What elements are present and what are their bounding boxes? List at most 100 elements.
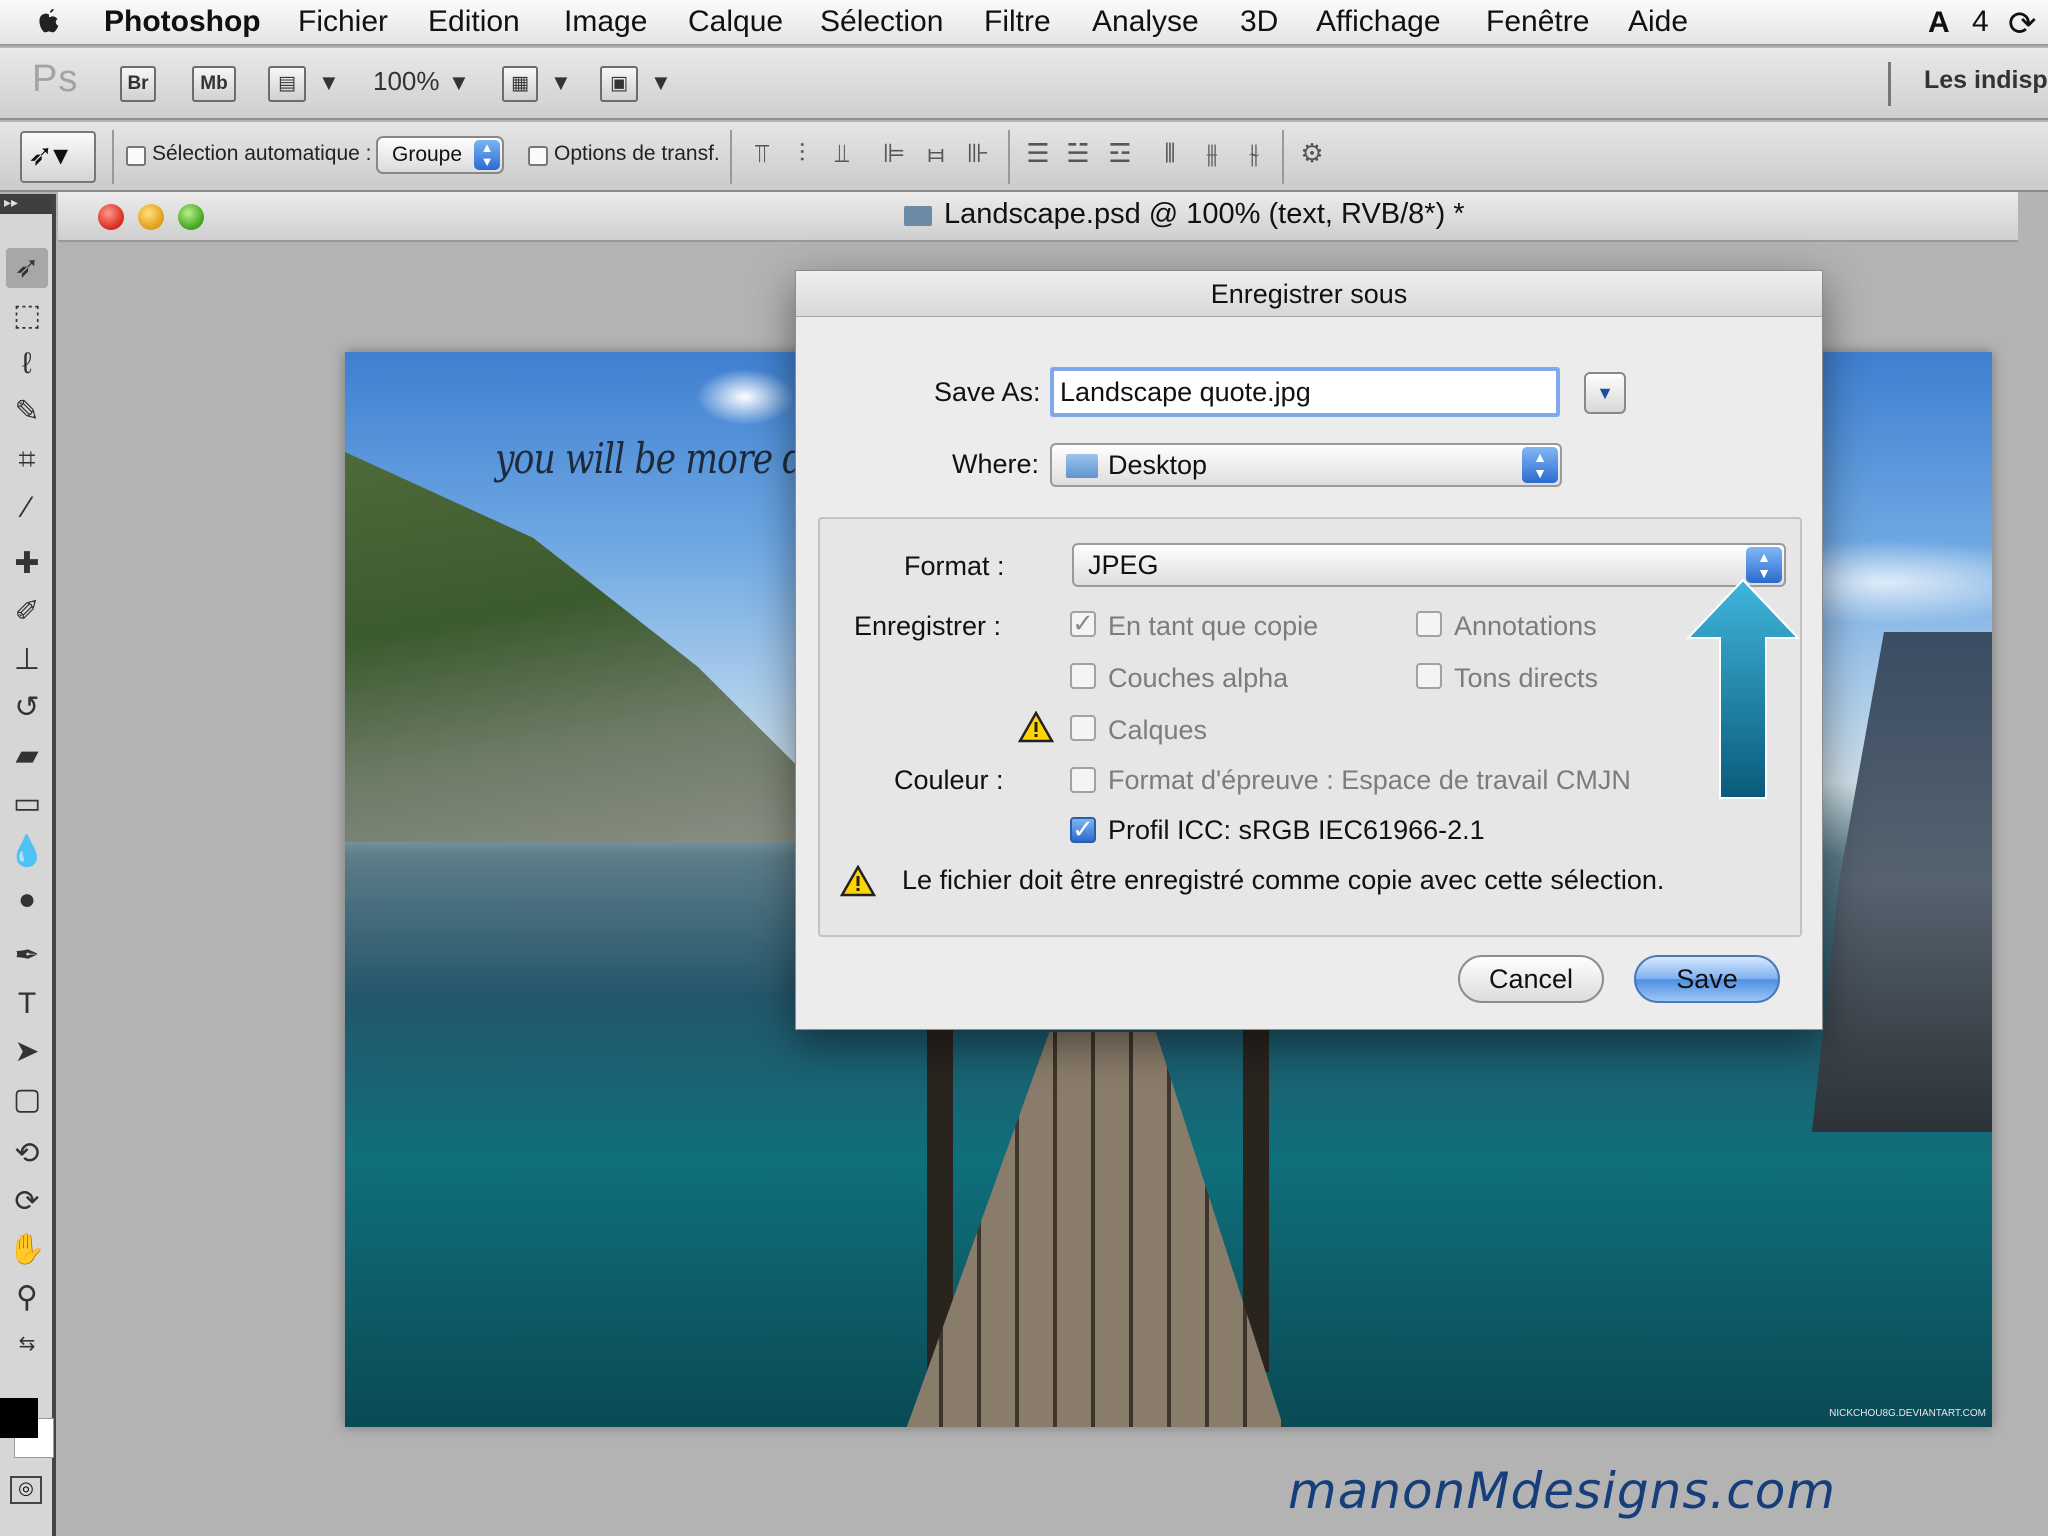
swap-colors-icon[interactable]: ⇆ — [6, 1324, 48, 1364]
distribute-top-icon[interactable]: ☰ — [1022, 138, 1054, 172]
align-right-icon[interactable]: ⊪ — [962, 138, 994, 172]
hand-tool-icon[interactable]: ✋ — [6, 1230, 48, 1270]
copy-checkbox[interactable]: ✓ — [1070, 610, 1096, 637]
save-button[interactable]: Save — [1634, 955, 1780, 1003]
menu-affichage[interactable]: Affichage — [1316, 5, 1441, 39]
3d-orbit-tool-icon[interactable]: ⟳ — [6, 1182, 48, 1222]
extras-icon[interactable]: ▤ — [268, 66, 306, 102]
save-as-input[interactable]: Landscape quote.jpg — [1050, 367, 1560, 417]
couleur-label: Couleur : — [894, 765, 1004, 795]
chevron-down-icon[interactable]: ▼ — [318, 70, 340, 96]
format-label: Format : — [904, 551, 1005, 581]
panel-grip[interactable]: ▸▸ — [0, 194, 52, 214]
spot-colors-checkbox[interactable] — [1416, 663, 1442, 689]
screen-mode-icon[interactable]: ▣ — [600, 66, 638, 102]
adobe-status-icon[interactable]: A — [1928, 6, 1950, 40]
gradient-tool-icon[interactable]: ▭ — [6, 784, 48, 824]
tools-panel: ▸▸ ➶ ⬚ ℓ ✎ ⌗ ⁄ ✚ ✐ ⊥ ↺ ▰ ▭ 💧 ● ✒ T ➤ ▢ ⟲… — [0, 194, 56, 1536]
menu-calque[interactable]: Calque — [688, 5, 783, 39]
brush-tool-icon[interactable]: ✐ — [6, 592, 48, 632]
canvas-pier — [905, 1032, 1285, 1427]
align-top-icon[interactable]: ⫪ — [746, 138, 778, 172]
chevron-down-icon[interactable]: ▼ — [448, 70, 470, 96]
quick-selection-tool-icon[interactable]: ✎ — [6, 392, 48, 432]
distribute-bottom-icon[interactable]: ☲ — [1104, 138, 1136, 172]
mini-bridge-button[interactable]: Mb — [192, 66, 236, 102]
eyedropper-tool-icon[interactable]: ⁄ — [6, 488, 48, 528]
divider — [730, 130, 732, 184]
path-selection-tool-icon[interactable]: ➤ — [6, 1032, 48, 1072]
cancel-button[interactable]: Cancel — [1458, 955, 1604, 1003]
menu-fichier[interactable]: Fichier — [298, 5, 388, 39]
menu-3d[interactable]: 3D — [1240, 5, 1278, 39]
distribute-hcenter-icon[interactable]: ⫵ — [1196, 138, 1228, 172]
healing-brush-tool-icon[interactable]: ✚ — [6, 544, 48, 584]
bridge-button[interactable]: Br — [120, 66, 156, 102]
crop-tool-icon[interactable]: ⌗ — [6, 440, 48, 480]
document-title: Landscape.psd @ 100% (text, RVB/8*) * — [944, 198, 1465, 230]
align-vcenter-icon[interactable]: ⫶ — [786, 138, 818, 172]
divider — [1282, 130, 1284, 184]
close-icon[interactable] — [98, 204, 124, 230]
annotations-checkbox[interactable] — [1416, 611, 1442, 637]
menu-filtre[interactable]: Filtre — [984, 5, 1051, 39]
marquee-tool-icon[interactable]: ⬚ — [6, 296, 48, 336]
distribute-right-icon[interactable]: ⫳ — [1238, 138, 1270, 172]
minimize-icon[interactable] — [138, 204, 164, 230]
3d-rotate-tool-icon[interactable]: ⟲ — [6, 1134, 48, 1174]
distribute-left-icon[interactable]: ⫴ — [1154, 138, 1186, 172]
format-value: JPEG — [1088, 550, 1159, 580]
distribute-vcenter-icon[interactable]: ☱ — [1062, 138, 1094, 172]
align-bottom-icon[interactable]: ⫫ — [826, 138, 858, 172]
lasso-tool-icon[interactable]: ℓ — [6, 344, 48, 384]
proof-setup-checkbox[interactable] — [1070, 767, 1096, 793]
shape-tool-icon[interactable]: ▢ — [6, 1080, 48, 1120]
layers-checkbox[interactable] — [1070, 715, 1096, 741]
sync-icon[interactable]: ⟳ — [2008, 4, 2037, 44]
document-title-bar: Landscape.psd @ 100% (text, RVB/8*) * — [58, 192, 2018, 242]
type-tool-icon[interactable]: T — [6, 984, 48, 1024]
chevron-down-icon[interactable]: ▼ — [550, 70, 572, 96]
align-hcenter-icon[interactable]: ⧦ — [920, 138, 952, 172]
dodge-tool-icon[interactable]: ● — [6, 880, 48, 920]
foreground-color-swatch[interactable] — [0, 1398, 38, 1438]
menu-aide[interactable]: Aide — [1628, 5, 1688, 39]
copy-label: En tant que copie — [1108, 611, 1319, 641]
move-tool-icon[interactable]: ➶ — [6, 248, 48, 288]
auto-select-checkbox[interactable] — [126, 146, 146, 166]
stamp-tool-icon[interactable]: ⊥ — [6, 640, 48, 680]
zoom-tool-icon[interactable]: ⚲ — [6, 1278, 48, 1318]
workspace-switcher[interactable]: Les indisp — [1924, 66, 2048, 95]
alpha-channels-label: Couches alpha — [1108, 663, 1289, 693]
where-popup[interactable]: Desktop ▲ ▼ — [1050, 443, 1562, 487]
blur-tool-icon[interactable]: 💧 — [6, 832, 48, 872]
align-left-icon[interactable]: ⊫ — [878, 138, 910, 172]
chevron-down-icon[interactable]: ▼ — [650, 70, 672, 96]
menu-selection[interactable]: Sélection — [820, 5, 943, 39]
transform-controls-checkbox[interactable] — [528, 146, 548, 166]
layers-label: Calques — [1108, 715, 1208, 745]
history-brush-tool-icon[interactable]: ↺ — [6, 688, 48, 728]
alpha-channels-checkbox[interactable] — [1070, 663, 1096, 689]
arrange-documents-icon[interactable]: ▦ — [502, 66, 538, 102]
menu-edition[interactable]: Edition — [428, 5, 520, 39]
icc-profile-checkbox[interactable]: ✓ — [1070, 816, 1096, 843]
menu-fenetre[interactable]: Fenêtre — [1486, 5, 1589, 39]
menu-analyse[interactable]: Analyse — [1092, 5, 1199, 39]
pen-tool-icon[interactable]: ✒ — [6, 936, 48, 976]
eraser-tool-icon[interactable]: ▰ — [6, 736, 48, 776]
zoom-window-icon[interactable] — [178, 204, 204, 230]
tool-preset-picker[interactable]: ➶▾ — [20, 131, 96, 183]
divider — [1888, 62, 1891, 106]
zoom-level[interactable]: 100% — [373, 66, 440, 97]
quick-mask-icon[interactable]: ◎ — [10, 1476, 42, 1504]
expand-dialog-button[interactable]: ▼ — [1584, 372, 1626, 414]
format-popup[interactable]: JPEG ▲ ▼ — [1072, 543, 1786, 587]
menu-photoshop[interactable]: Photoshop — [104, 5, 261, 39]
auto-align-layers-icon[interactable]: ⚙ — [1296, 138, 1328, 172]
canvas-rocks — [1812, 632, 1992, 1132]
auto-select-dropdown[interactable]: Groupe ▲ ▼ — [376, 136, 504, 174]
apple-icon[interactable] — [34, 6, 64, 38]
stepper-icon: ▲ ▼ — [1522, 447, 1558, 483]
menu-image[interactable]: Image — [564, 5, 647, 39]
